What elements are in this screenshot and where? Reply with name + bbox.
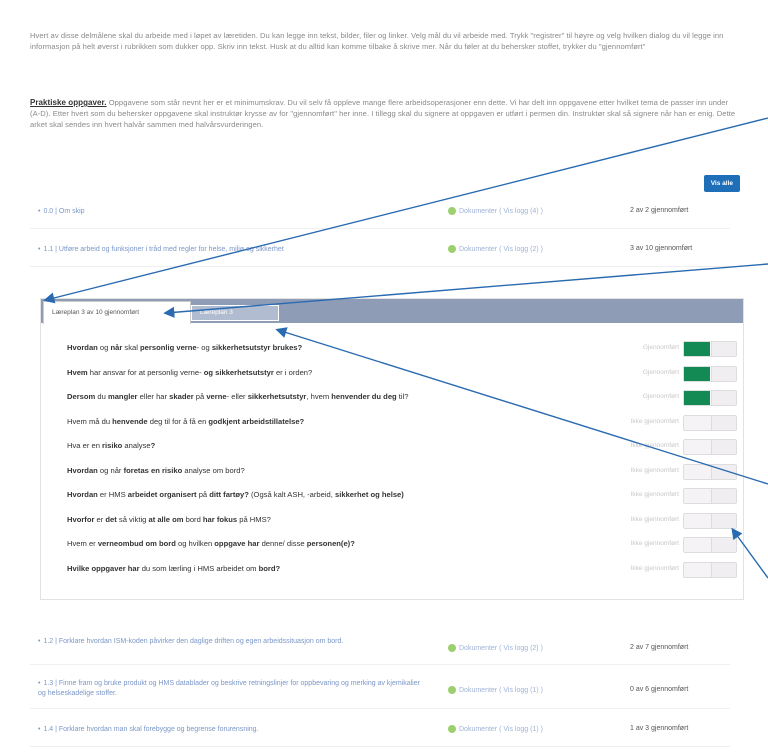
- completion-toggle[interactable]: [683, 341, 737, 357]
- practical-tasks-body: Oppgavene som står nevnt her er et minim…: [30, 98, 736, 129]
- question-status: Ikke gjennomført: [630, 540, 679, 547]
- module-row[interactable]: • 1.4 | Forklare hvordan man skal forebyg…: [30, 718, 730, 747]
- question-text: Hvordan er HMS arbeidet organisert på di…: [67, 490, 404, 499]
- toggle-fill: [684, 391, 710, 405]
- module-title[interactable]: • 1.2 | Forklare hvordan ISM-koden påvirk…: [38, 637, 428, 647]
- question-text: Hvem er verneombud om bord og hvilken op…: [67, 539, 355, 548]
- question-row: Dersom du mangler eller har skader på ve…: [67, 388, 737, 413]
- question-status: Ikke gjennomført: [630, 442, 679, 449]
- toggle-knob: [711, 440, 736, 454]
- question-row: Hvordan og når skal personlig verne- og …: [67, 339, 737, 364]
- question-row: Hvem er verneombud om bord og hvilken op…: [67, 535, 737, 560]
- question-status: Ikke gjennomført: [630, 515, 679, 523]
- check-circle-icon: [448, 245, 456, 253]
- check-circle-icon: [448, 725, 456, 733]
- completion-toggle[interactable]: [683, 537, 737, 553]
- toggle-knob: [711, 391, 736, 405]
- curriculum-panel: Læreplan 3 av 10 gjennomført Læreplan 3 …: [40, 298, 744, 600]
- view-all-button[interactable]: Vis alle: [703, 175, 740, 192]
- toggle-knob: [711, 415, 736, 430]
- question-text: Hvem må du henvende deg til for å få en …: [67, 416, 305, 426]
- completion-toggle[interactable]: [683, 439, 737, 455]
- toggle-knob: [711, 562, 736, 577]
- question-row: Hvordan er HMS arbeidet organisert på di…: [67, 486, 737, 511]
- module-title[interactable]: • 1.3 | Finne fram og bruke produkt og HM…: [38, 679, 428, 699]
- question-row: Hvem har ansvar for at personlig verne- …: [67, 364, 737, 389]
- module-title[interactable]: • 1.1 | Utføre arbeid og funksjoner i trå…: [38, 245, 428, 255]
- question-status: Ikke gjennomført: [630, 417, 679, 425]
- toggle-fill: [684, 342, 710, 356]
- tab-curriculum-active[interactable]: Læreplan 3 av 10 gjennomført: [43, 301, 191, 324]
- check-circle-icon: [448, 207, 456, 215]
- completion-toggle[interactable]: [683, 414, 737, 431]
- question-text: Hvordan og når skal personlig verne- og …: [67, 343, 303, 352]
- module-documents-link[interactable]: Dokumenter ( Vis logg (4) ): [448, 207, 543, 215]
- question-text: Hvilke oppgaver har du som lærling i HMS…: [67, 563, 281, 573]
- question-status: Ikke gjennomført: [630, 466, 679, 474]
- module-row[interactable]: • 1.2 | Forklare hvordan ISM-koden påvirk…: [30, 630, 730, 665]
- toggle-fill: [684, 366, 710, 381]
- check-circle-icon: [448, 644, 456, 652]
- module-status: 0 av 6 gjennomført: [630, 686, 689, 693]
- question-status: Gjennomført: [642, 393, 679, 400]
- completion-toggle[interactable]: [683, 463, 737, 480]
- question-text: Hvem har ansvar for at personlig verne- …: [67, 367, 313, 377]
- question-row: Hvorfor er det så viktig at alle om bord…: [67, 511, 737, 536]
- tab-bar: Læreplan 3 av 10 gjennomført Læreplan 3: [41, 299, 743, 324]
- module-status: 1 av 3 gjennomført: [630, 725, 689, 732]
- toggle-knob: [711, 464, 736, 479]
- question-status: Ikke gjennomført: [630, 564, 679, 572]
- question-row: Hvem må du henvende deg til for å få en …: [67, 413, 737, 438]
- module-documents-link[interactable]: Dokumenter ( Vis logg (2) ): [448, 245, 543, 253]
- question-row: Hvordan og når foretas en risiko analyse…: [67, 462, 737, 487]
- toggle-knob: [711, 513, 736, 528]
- module-row[interactable]: • 1.3 | Finne fram og bruke produkt og HM…: [30, 672, 730, 709]
- toggle-knob: [711, 366, 736, 381]
- completion-toggle[interactable]: [683, 365, 737, 382]
- module-status: 2 av 2 gjennomført: [630, 207, 689, 214]
- tab-curriculum-3[interactable]: Læreplan 3: [191, 305, 279, 321]
- practical-tasks-heading: Praktiske oppgaver.: [30, 98, 107, 107]
- practical-tasks-text: Praktiske oppgaver. Oppgavene som står n…: [30, 97, 740, 130]
- module-row[interactable]: • 0.0 | Om skip Dokumenter ( Vis logg (4)…: [30, 200, 730, 229]
- question-row: Hva er en risiko analyse? Ikke gjennomfør…: [67, 437, 737, 462]
- question-text: Hva er en risiko analyse?: [67, 441, 156, 450]
- toggle-knob: [711, 342, 736, 356]
- check-circle-icon: [448, 686, 456, 694]
- module-documents-link[interactable]: Dokumenter ( Vis logg (1) ): [448, 686, 543, 694]
- question-status: Gjennomført: [642, 344, 679, 351]
- module-status: 2 av 7 gjennomført: [630, 644, 689, 651]
- completion-toggle[interactable]: [683, 488, 737, 504]
- intro-text: Hvert av disse delmålene skal du arbeide…: [30, 31, 724, 51]
- completion-toggle[interactable]: [683, 561, 737, 578]
- module-row[interactable]: • 1.1 | Utføre arbeid og funksjoner i trå…: [30, 238, 730, 267]
- module-documents-link[interactable]: Dokumenter ( Vis logg (2) ): [448, 644, 543, 652]
- module-status: 3 av 10 gjennomført: [630, 245, 693, 252]
- toggle-knob: [711, 489, 736, 503]
- module-title[interactable]: • 0.0 | Om skip: [38, 207, 428, 217]
- completion-toggle[interactable]: [683, 390, 737, 406]
- module-documents-link[interactable]: Dokumenter ( Vis logg (1) ): [448, 725, 543, 733]
- question-text: Dersom du mangler eller har skader på ve…: [67, 392, 409, 401]
- toggle-knob: [711, 538, 736, 552]
- question-row: Hvilke oppgaver har du som lærling i HMS…: [67, 560, 737, 585]
- question-status: Gjennomført: [642, 368, 679, 376]
- question-text: Hvorfor er det så viktig at alle om bord…: [67, 514, 271, 524]
- question-status: Ikke gjennomført: [630, 491, 679, 498]
- completion-toggle[interactable]: [683, 512, 737, 529]
- question-text: Hvordan og når foretas en risiko analyse…: [67, 465, 245, 475]
- module-title[interactable]: • 1.4 | Forklare hvordan man skal forebyg…: [38, 725, 428, 735]
- question-list: Hvordan og når skal personlig verne- og …: [67, 339, 737, 584]
- page: Hvert av disse delmålene skal du arbeide…: [0, 0, 768, 755]
